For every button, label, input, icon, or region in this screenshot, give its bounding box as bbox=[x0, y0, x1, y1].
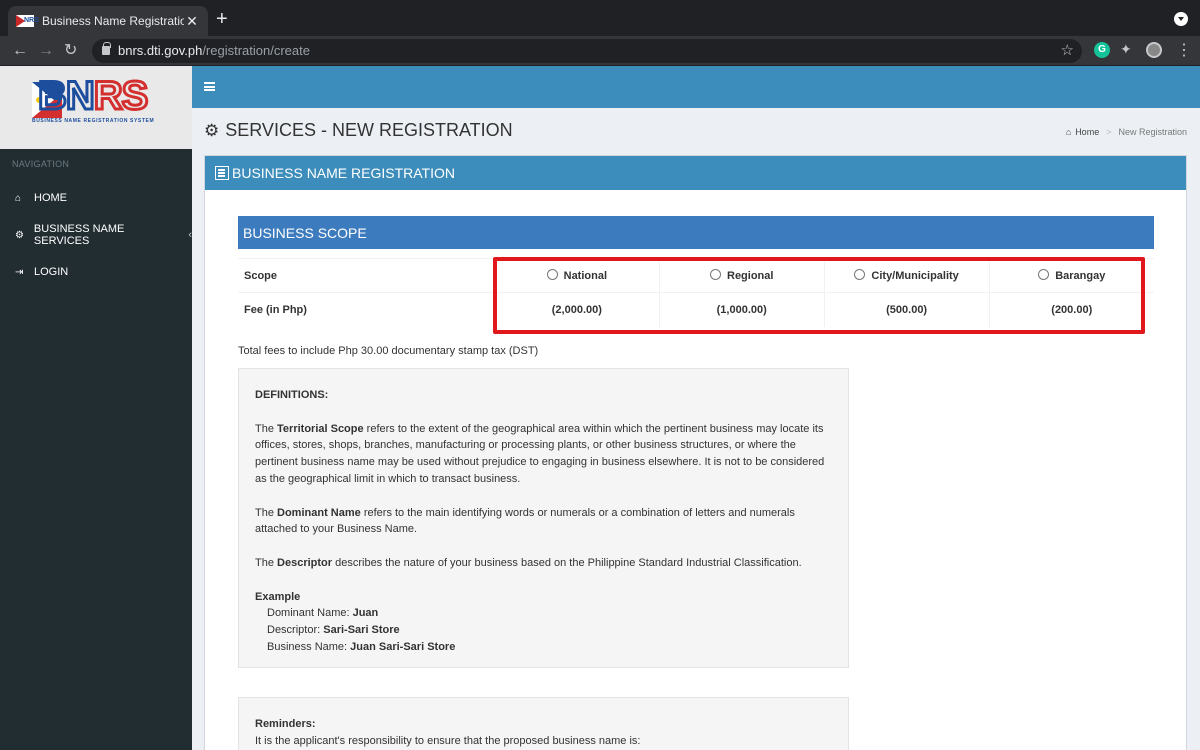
sidebar-item-login[interactable]: ⇥ LOGIN bbox=[0, 257, 192, 287]
example-dominant-name: Dominant Name: Juan bbox=[267, 607, 379, 620]
gears-icon: ⚙ bbox=[204, 120, 220, 140]
radio-barangay[interactable] bbox=[1038, 269, 1050, 280]
sidebar-item-label: HOME bbox=[34, 192, 67, 204]
home-icon: ⌂ bbox=[15, 192, 22, 204]
nav-header: NAVIGATION bbox=[12, 159, 70, 169]
forward-arrow-icon[interactable]: → bbox=[38, 41, 54, 61]
browser-toolbar: ← → ↻ bnrs.dti.gov.ph/registration/creat… bbox=[0, 36, 1200, 66]
definitions-box: DEFINITIONS: The Territorial Scope refer… bbox=[238, 368, 849, 668]
close-tab-icon[interactable]: ✕ bbox=[184, 13, 200, 30]
breadcrumb-separator: > bbox=[1106, 127, 1112, 137]
scope-option-city-municipality[interactable]: City/Municipality bbox=[823, 258, 990, 293]
fee-row-label: Fee (in Php) bbox=[238, 292, 495, 327]
scope-row: Scope National Regional City/Municipalit… bbox=[238, 258, 1154, 293]
business-scope-header: BUSINESS SCOPE bbox=[238, 216, 1154, 249]
definition-dominant-name: The Dominant Name refers to the main ide… bbox=[255, 506, 795, 536]
url-text: bnrs.dti.gov.ph/registration/create bbox=[118, 43, 310, 58]
bnrs-logo: BNRS bbox=[36, 73, 149, 120]
example-heading: Example bbox=[255, 590, 301, 603]
reminders-text: It is the applicant's responsibility to … bbox=[255, 734, 641, 747]
extensions-puzzle-icon[interactable]: ✦ bbox=[1120, 41, 1136, 57]
browser-menu-icon[interactable]: ⋮ bbox=[1176, 40, 1192, 59]
breadcrumb-current: New Registration bbox=[1118, 127, 1187, 137]
back-arrow-icon[interactable]: ← bbox=[12, 41, 28, 61]
bookmark-star-icon[interactable]: ☆ bbox=[1061, 41, 1074, 59]
example-business-name: Business Name: Juan Sari-Sari Store bbox=[267, 640, 456, 653]
page-title: ⚙ SERVICES - NEW REGISTRATION bbox=[204, 120, 513, 140]
scope-option-national[interactable]: National bbox=[493, 258, 660, 293]
sidebar: BNRS BUSINESS NAME REGISTRATION SYSTEM N… bbox=[0, 66, 192, 750]
browser-tab-bar: NRS Business Name Registration - D ✕ + bbox=[0, 0, 1200, 36]
fee-national: (2,000.00) bbox=[493, 292, 660, 327]
grammarly-extension-icon[interactable]: G bbox=[1094, 42, 1110, 58]
scope-table: Scope National Regional City/Municipalit… bbox=[238, 258, 1154, 327]
scope-option-regional[interactable]: Regional bbox=[658, 258, 825, 293]
top-header-bar bbox=[192, 66, 1200, 108]
tab-search-icon[interactable] bbox=[1174, 12, 1188, 26]
definition-territorial-scope: The Territorial Scope refers to the exte… bbox=[255, 422, 825, 485]
tab-title: Business Name Registration - D bbox=[42, 14, 184, 28]
panel-title: BUSINESS NAME REGISTRATION bbox=[232, 165, 455, 181]
profile-avatar[interactable] bbox=[1146, 42, 1162, 58]
list-alt-icon bbox=[215, 166, 229, 180]
sidebar-item-home[interactable]: ⌂ HOME bbox=[0, 183, 192, 213]
panel-header: BUSINESS NAME REGISTRATION bbox=[205, 156, 1186, 190]
browser-tab[interactable]: NRS Business Name Registration - D ✕ bbox=[8, 6, 208, 36]
breadcrumb-home-link[interactable]: Home bbox=[1075, 127, 1099, 137]
scope-option-barangay[interactable]: Barangay bbox=[988, 258, 1154, 293]
hamburger-menu-icon[interactable] bbox=[204, 82, 215, 91]
breadcrumb: ⌂ Home > New Registration bbox=[1066, 127, 1187, 137]
sidebar-item-label: BUSINESS NAME SERVICES bbox=[33, 223, 125, 247]
example-descriptor: Descriptor: Sari-Sari Store bbox=[267, 624, 400, 637]
address-bar[interactable]: bnrs.dti.gov.ph/registration/create ☆ bbox=[92, 39, 1082, 63]
reminders-box: Reminders: It is the applicant's respons… bbox=[238, 697, 849, 750]
logo-area[interactable]: BNRS BUSINESS NAME REGISTRATION SYSTEM bbox=[0, 66, 192, 149]
site-favicon-icon: NRS bbox=[16, 15, 39, 27]
fee-barangay: (200.00) bbox=[988, 292, 1154, 327]
fee-regional: (1,000.00) bbox=[658, 292, 825, 327]
radio-city-municipality[interactable] bbox=[854, 269, 866, 280]
reload-icon[interactable]: ↻ bbox=[64, 41, 77, 61]
definition-descriptor: The Descriptor describes the nature of y… bbox=[255, 556, 802, 569]
lock-icon bbox=[102, 42, 111, 55]
fees-note: Total fees to include Php 30.00 document… bbox=[238, 345, 539, 357]
reminders-heading: Reminders: bbox=[255, 718, 316, 730]
new-tab-icon[interactable]: + bbox=[216, 9, 228, 29]
radio-national[interactable] bbox=[546, 269, 558, 280]
sidebar-item-business-name-services[interactable]: ⚙ BUSINESS NAME SERVICES ‹ bbox=[0, 220, 192, 250]
sidebar-item-label: LOGIN bbox=[34, 266, 69, 278]
gears-icon: ⚙ bbox=[15, 229, 24, 241]
sign-in-icon: ⇥ bbox=[15, 266, 24, 278]
registration-panel: BUSINESS NAME REGISTRATION BUSINESS SCOP… bbox=[204, 155, 1187, 750]
fee-city-municipality: (500.00) bbox=[823, 292, 990, 327]
logo-subtitle: BUSINESS NAME REGISTRATION SYSTEM bbox=[32, 118, 155, 124]
definitions-heading: DEFINITIONS: bbox=[255, 389, 329, 401]
scope-row-label: Scope bbox=[238, 258, 495, 293]
fee-row: Fee (in Php) (2,000.00) (1,000.00) (500.… bbox=[238, 292, 1154, 327]
radio-regional[interactable] bbox=[710, 269, 721, 280]
chevron-left-icon: ‹ bbox=[188, 229, 192, 241]
home-icon: ⌂ bbox=[1065, 127, 1072, 137]
